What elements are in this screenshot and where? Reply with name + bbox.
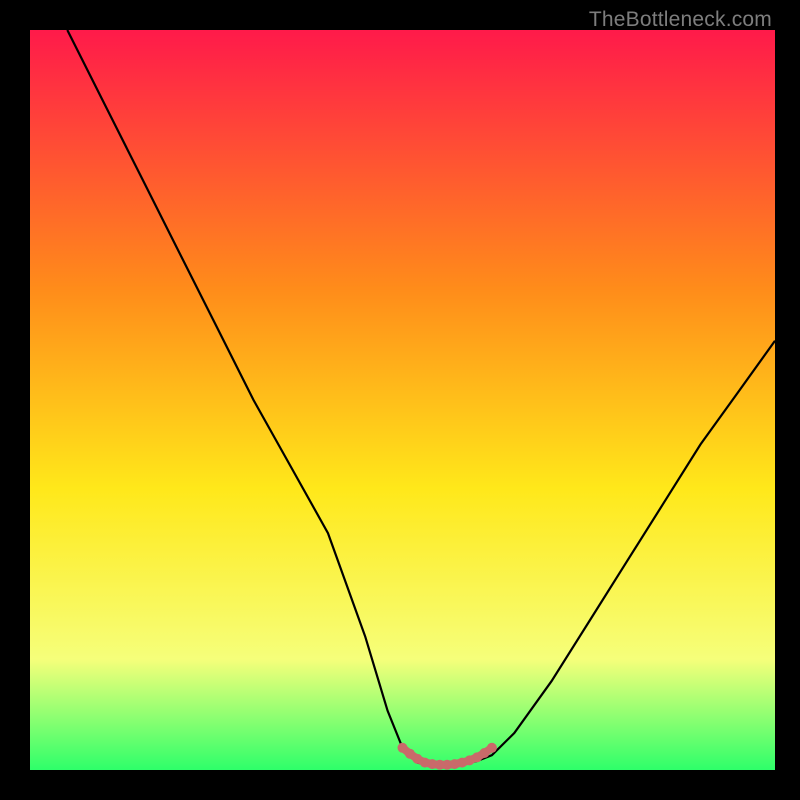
chart-svg [30,30,775,770]
plot-area [30,30,775,770]
outer-frame: TheBottleneck.com [0,0,800,800]
watermark-text: TheBottleneck.com [589,8,772,32]
sweet-spot-dot [487,743,497,753]
gradient-background [30,30,775,770]
